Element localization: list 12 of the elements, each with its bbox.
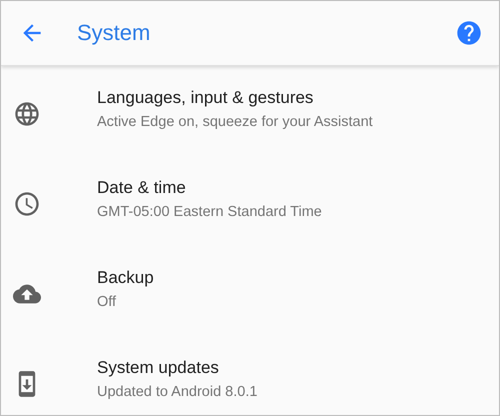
screen-title: System xyxy=(77,20,152,46)
setting-summary: Active Edge on, squeeze for your Assistant xyxy=(97,114,373,130)
help-button[interactable] xyxy=(455,19,483,47)
setting-summary: Off xyxy=(97,294,118,310)
setting-title[interactable]: System updates xyxy=(97,358,258,378)
setting-title[interactable]: Backup xyxy=(97,268,154,288)
setting-summary: GMT-05:00 Eastern Standard Time xyxy=(97,204,322,220)
setting-title[interactable]: Languages, input & gestures xyxy=(97,88,373,108)
clock-icon xyxy=(13,190,41,218)
globe-icon xyxy=(13,100,41,128)
setting-summary: Updated to Android 8.0.1 xyxy=(97,384,258,400)
setting-title[interactable]: Date & time xyxy=(97,178,322,198)
